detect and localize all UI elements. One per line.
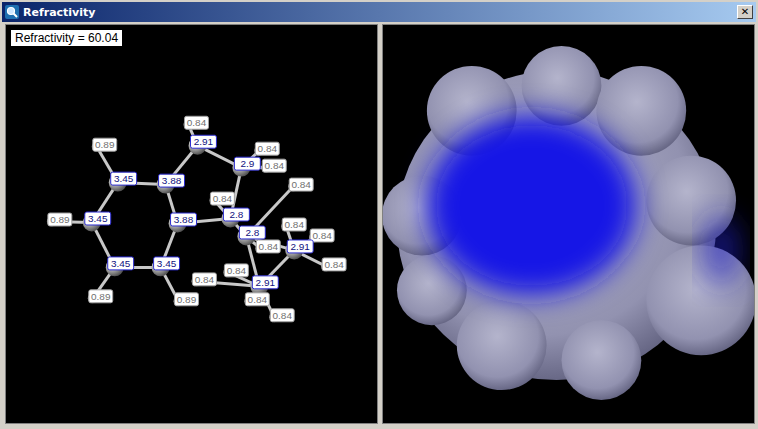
atom-label: 0.84	[185, 116, 209, 129]
svg-text:3.45: 3.45	[157, 258, 177, 269]
svg-text:2.8: 2.8	[245, 227, 259, 238]
atom-label: 2.91	[287, 240, 313, 253]
svg-text:0.89: 0.89	[95, 139, 115, 150]
structure-panel[interactable]: 0.89 0.89 0.89 0.89 0.84 0.84 0.84 0.84 0.84 0.84…	[5, 24, 378, 424]
svg-text:3.45: 3.45	[114, 173, 134, 184]
svg-text:2.91: 2.91	[256, 277, 276, 288]
svg-text:0.84: 0.84	[227, 265, 247, 276]
atom-label: 0.84	[289, 178, 313, 191]
refractivity-window: Refractivity✕0.890.890.890.890.840.840.8…	[0, 0, 758, 429]
svg-text:0.84: 0.84	[273, 310, 293, 321]
svg-text:0.84: 0.84	[248, 294, 268, 305]
atom-label: 3.45	[111, 172, 137, 185]
svg-text:0.84: 0.84	[324, 259, 344, 270]
svg-text:0.84: 0.84	[312, 230, 332, 241]
atom-label: 0.84	[270, 309, 294, 322]
atom-label: 0.84	[262, 159, 286, 172]
surface-render	[383, 25, 754, 423]
atom-label: 0.84	[245, 293, 269, 306]
atom-label: 0.84	[210, 192, 234, 205]
svg-text:0.89: 0.89	[177, 294, 197, 305]
atom-label: 0.84	[310, 229, 334, 242]
surface-panel[interactable]	[382, 24, 755, 424]
atom-label: 2.9	[234, 157, 260, 170]
atom-label: 3.45	[108, 257, 134, 270]
svg-text:0.84: 0.84	[213, 193, 233, 204]
atom-label: 0.89	[175, 293, 199, 306]
atom-label: 2.8	[239, 226, 265, 239]
svg-text:3.45: 3.45	[111, 258, 131, 269]
atom-label: 0.84	[256, 240, 280, 253]
refractivity-readout: Refractivity = 60.04	[11, 30, 122, 46]
atom-label: 3.45	[154, 257, 180, 270]
atom-label: 3.88	[171, 213, 197, 226]
svg-text:2.9: 2.9	[240, 158, 254, 169]
close-button[interactable]: ✕	[737, 5, 753, 19]
atom-label: 0.84	[192, 273, 216, 286]
atom-label: 0.84	[282, 218, 306, 231]
svg-text:0.84: 0.84	[265, 160, 285, 171]
window-title: Refractivity	[23, 6, 733, 19]
atom-label: 2.91	[191, 135, 217, 148]
magnifier-icon	[5, 5, 19, 19]
atom-label: 0.89	[89, 290, 113, 303]
svg-text:0.89: 0.89	[50, 214, 70, 225]
atom-label: 0.84	[224, 264, 248, 277]
svg-text:2.91: 2.91	[194, 136, 214, 147]
atom-label: 3.45	[85, 212, 111, 225]
svg-text:3.88: 3.88	[162, 175, 182, 186]
atom-label: 0.89	[48, 213, 72, 226]
atom-label: 0.84	[322, 258, 346, 271]
svg-text:0.89: 0.89	[91, 291, 111, 302]
atom-label: 0.89	[93, 138, 117, 151]
title-bar: Refractivity ✕	[2, 2, 756, 22]
molecule-diagram[interactable]: 0.89 0.89 0.89 0.89 0.84 0.84 0.84 0.84 0.84 0.84…	[6, 25, 377, 423]
svg-text:0.84: 0.84	[258, 143, 278, 154]
svg-text:3.88: 3.88	[174, 214, 194, 225]
svg-text:2.91: 2.91	[291, 241, 311, 252]
svg-text:3.45: 3.45	[88, 213, 108, 224]
panels: 0.89 0.89 0.89 0.89 0.84 0.84 0.84 0.84 0.84 0.84…	[0, 22, 758, 429]
svg-text:0.84: 0.84	[187, 117, 207, 128]
svg-text:2.8: 2.8	[229, 209, 243, 220]
atom-label: 2.91	[252, 276, 278, 289]
svg-text:0.84: 0.84	[195, 274, 215, 285]
svg-text:0.84: 0.84	[292, 179, 312, 190]
atom-label: 3.88	[159, 174, 185, 187]
svg-text:0.84: 0.84	[259, 241, 279, 252]
atom-label: 0.84	[255, 142, 279, 155]
svg-text:0.84: 0.84	[285, 219, 305, 230]
atom-label: 2.8	[223, 208, 249, 221]
